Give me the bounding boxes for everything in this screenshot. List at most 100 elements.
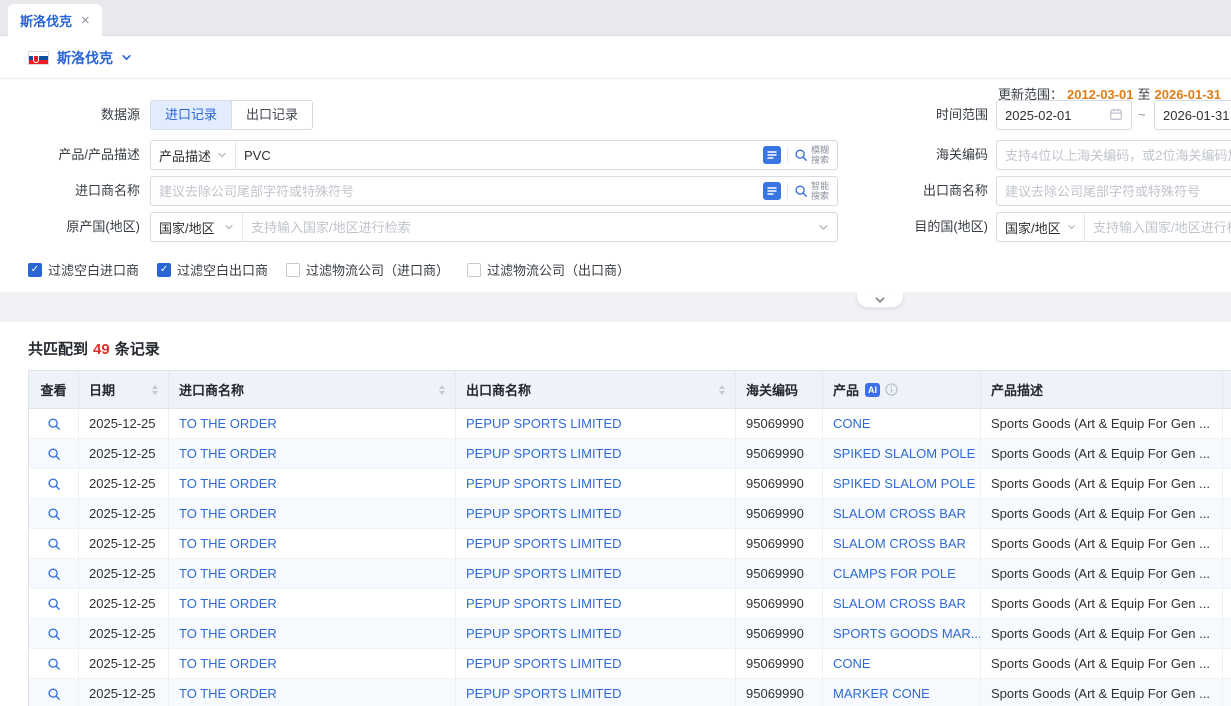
fuzzy-search-toggle[interactable]: 模糊搜索	[794, 145, 829, 165]
product-link[interactable]: CLAMPS FOR POLE	[833, 566, 956, 581]
hs-code-input[interactable]	[996, 140, 1231, 170]
origin-country-input[interactable]	[243, 220, 818, 235]
checkbox-icon[interactable]: ✓	[28, 263, 42, 277]
batch-search-icon[interactable]	[763, 146, 781, 164]
product-link[interactable]: CONE	[833, 656, 871, 671]
col-date[interactable]: 日期	[79, 371, 169, 409]
exporter-link[interactable]: PEPUP SPORTS LIMITED	[466, 656, 622, 671]
exporter-link[interactable]: PEPUP SPORTS LIMITED	[466, 416, 622, 431]
checkbox-icon[interactable]	[286, 263, 300, 277]
importer-link[interactable]: TO THE ORDER	[179, 476, 277, 491]
calendar-icon	[1109, 107, 1123, 124]
filter-checkbox[interactable]: 过滤物流公司（进口商）	[286, 260, 449, 279]
search-icon	[47, 447, 61, 461]
exporter-link[interactable]: PEPUP SPORTS LIMITED	[466, 686, 622, 701]
exporter-link[interactable]: PEPUP SPORTS LIMITED	[466, 506, 622, 521]
importer-link[interactable]: TO THE ORDER	[179, 596, 277, 611]
time-range-label: 时间范围	[878, 100, 988, 130]
importer-link[interactable]: TO THE ORDER	[179, 566, 277, 581]
product-link[interactable]: SLALOM CROSS BAR	[833, 506, 966, 521]
tab-close-icon[interactable]: ×	[81, 13, 90, 28]
view-record-button[interactable]	[47, 597, 61, 611]
search-icon	[47, 507, 61, 521]
importer-link[interactable]: TO THE ORDER	[179, 446, 277, 461]
view-record-button[interactable]	[47, 627, 61, 641]
table-header-row: 查看 日期 进口商名称 出口商名称	[29, 371, 1231, 409]
sort-icon[interactable]	[439, 385, 445, 395]
date-cell: 2025-12-25	[79, 559, 169, 589]
product-link[interactable]: SPIKED SLALOM POLE	[833, 476, 975, 491]
importer-link[interactable]: TO THE ORDER	[179, 506, 277, 521]
view-record-button[interactable]	[47, 687, 61, 701]
col-exporter[interactable]: 出口商名称	[456, 371, 736, 409]
view-record-button[interactable]	[47, 417, 61, 431]
filter-checkbox[interactable]: ✓过滤空白出口商	[157, 260, 268, 279]
extra-cell	[1223, 679, 1231, 706]
product-link[interactable]: SLALOM CROSS BAR	[833, 596, 966, 611]
view-record-button[interactable]	[47, 477, 61, 491]
exporter-link[interactable]: PEPUP SPORTS LIMITED	[466, 626, 622, 641]
exporter-link[interactable]: PEPUP SPORTS LIMITED	[466, 596, 622, 611]
date-from-input[interactable]: 2025-02-01	[996, 100, 1132, 130]
desc-cell: Sports Goods (Art & Equip For Gen ...	[981, 529, 1223, 559]
view-cell	[29, 439, 79, 469]
importer-label: 进口商名称	[30, 176, 140, 206]
export-records-tab[interactable]: 出口记录	[231, 101, 312, 129]
importer-link[interactable]: TO THE ORDER	[179, 416, 277, 431]
exporter-link[interactable]: PEPUP SPORTS LIMITED	[466, 446, 622, 461]
importer-link[interactable]: TO THE ORDER	[179, 686, 277, 701]
importer-link[interactable]: TO THE ORDER	[179, 656, 277, 671]
date-to-input[interactable]: 2026-01-31	[1154, 100, 1231, 130]
exporter-input[interactable]	[996, 176, 1231, 206]
desc-cell: Sports Goods (Art & Equip For Gen ...	[981, 619, 1223, 649]
date-separator: ~	[1138, 100, 1146, 130]
checkbox-label: 过滤物流公司（进口商）	[306, 260, 449, 279]
hs-code-cell: 95069990	[736, 589, 823, 619]
view-record-button[interactable]	[47, 507, 61, 521]
batch-search-icon[interactable]	[763, 182, 781, 200]
product-input[interactable]	[236, 148, 763, 163]
info-icon[interactable]	[885, 383, 898, 396]
product-link[interactable]: SLALOM CROSS BAR	[833, 536, 966, 551]
hs-code-cell: 95069990	[736, 649, 823, 679]
col-view: 查看	[29, 371, 79, 409]
filter-checkbox[interactable]: 过滤物流公司（出口商）	[467, 260, 630, 279]
checkbox-icon[interactable]	[467, 263, 481, 277]
chevron-down-icon	[224, 222, 234, 232]
view-record-button[interactable]	[47, 657, 61, 671]
date-cell: 2025-12-25	[79, 679, 169, 706]
view-record-button[interactable]	[47, 447, 61, 461]
importer-input[interactable]	[151, 184, 763, 199]
exporter-link[interactable]: PEPUP SPORTS LIMITED	[466, 476, 622, 491]
product-link[interactable]: SPIKED SLALOM POLE	[833, 446, 975, 461]
product-field-select[interactable]: 产品描述	[151, 141, 236, 169]
filter-checkbox[interactable]: ✓过滤空白进口商	[28, 260, 139, 279]
importer-link[interactable]: TO THE ORDER	[179, 626, 277, 641]
slovakia-flag-icon	[28, 51, 49, 65]
desc-cell: Sports Goods (Art & Equip For Gen ...	[981, 499, 1223, 529]
view-record-button[interactable]	[47, 567, 61, 581]
col-extra	[1223, 371, 1231, 409]
hs-code-cell: 95069990	[736, 499, 823, 529]
destination-country-input[interactable]	[1085, 220, 1231, 235]
hs-code-cell: 95069990	[736, 409, 823, 439]
collapse-panel-button[interactable]	[856, 292, 904, 308]
country-selector[interactable]: 斯洛伐克	[28, 46, 132, 70]
filter-checkbox-row: ✓过滤空白进口商 ✓过滤空白出口商 过滤物流公司（进口商） 过滤物流公司（出口商）	[28, 260, 630, 279]
col-importer[interactable]: 进口商名称	[169, 371, 456, 409]
origin-type-select[interactable]: 国家/地区	[151, 213, 243, 241]
product-link[interactable]: MARKER CONE	[833, 686, 930, 701]
view-record-button[interactable]	[47, 537, 61, 551]
sort-icon[interactable]	[719, 385, 725, 395]
smart-search-toggle[interactable]: 智能搜索	[794, 181, 829, 201]
destination-type-select[interactable]: 国家/地区	[997, 213, 1085, 241]
tab-slovakia[interactable]: 斯洛伐克 ×	[8, 4, 102, 36]
sort-icon[interactable]	[152, 385, 158, 395]
importer-link[interactable]: TO THE ORDER	[179, 536, 277, 551]
product-link[interactable]: CONE	[833, 416, 871, 431]
import-records-tab[interactable]: 进口记录	[151, 101, 231, 129]
checkbox-icon[interactable]: ✓	[157, 263, 171, 277]
product-link[interactable]: SPORTS GOODS MAR...	[833, 626, 981, 641]
exporter-link[interactable]: PEPUP SPORTS LIMITED	[466, 536, 622, 551]
exporter-link[interactable]: PEPUP SPORTS LIMITED	[466, 566, 622, 581]
